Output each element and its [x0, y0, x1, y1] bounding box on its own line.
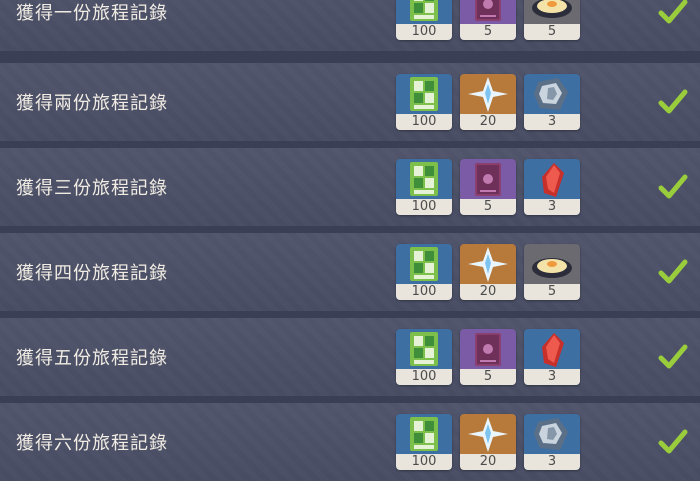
checkmark-icon — [658, 259, 688, 284]
reward-item[interactable]: 5 — [524, 0, 580, 40]
reward-count: 20 — [460, 284, 516, 300]
reward-item[interactable]: 5 — [460, 159, 516, 215]
mystic-enhancement-ore-icon — [534, 418, 568, 450]
reward-count: 20 — [460, 114, 516, 130]
task-row: 獲得兩份旅程記錄 100 20 3 — [0, 63, 700, 141]
reward-item[interactable]: 3 — [524, 329, 580, 385]
battle-pass-exp-icon — [410, 77, 438, 111]
battle-pass-exp-icon — [410, 0, 438, 21]
heros-wit-book-icon — [475, 0, 501, 21]
battle-pass-exp-icon — [410, 162, 438, 196]
reward-item[interactable]: 20 — [460, 74, 516, 130]
reward-item[interactable]: 3 — [524, 159, 580, 215]
reward-item[interactable]: 20 — [460, 244, 516, 300]
reward-count: 100 — [396, 114, 452, 130]
task-row: 獲得三份旅程記錄 100 5 3 — [0, 148, 700, 226]
reward-item[interactable]: 100 — [396, 0, 452, 40]
reward-item[interactable]: 100 — [396, 244, 452, 300]
task-title: 獲得五份旅程記錄 — [16, 348, 168, 369]
mystic-enhancement-ore-icon — [534, 78, 568, 110]
battle-pass-exp-icon — [410, 332, 438, 366]
task-title: 獲得三份旅程記錄 — [16, 178, 168, 199]
fragile-resin-plate-icon — [532, 0, 572, 18]
checkmark-icon — [658, 89, 688, 114]
reward-count: 100 — [396, 24, 452, 40]
reward-item[interactable]: 20 — [460, 414, 516, 470]
task-row: 獲得四份旅程記錄 100 20 5 — [0, 233, 700, 311]
primogem-icon — [468, 417, 508, 452]
reward-item[interactable]: 100 — [396, 414, 452, 470]
task-row: 獲得五份旅程記錄 100 5 3 — [0, 318, 700, 396]
primogem-icon — [468, 247, 508, 282]
reward-item[interactable]: 3 — [524, 74, 580, 130]
reward-count: 5 — [460, 369, 516, 385]
reward-item[interactable]: 5 — [460, 0, 516, 40]
task-title: 獲得一份旅程記錄 — [16, 3, 168, 24]
reward-count: 100 — [396, 454, 452, 470]
reward-count: 5 — [524, 24, 580, 40]
reward-item[interactable]: 100 — [396, 329, 452, 385]
task-row: 獲得一份旅程記錄 100 5 5 — [0, 0, 700, 51]
reward-count: 100 — [396, 369, 452, 385]
reward-item[interactable]: 5 — [524, 244, 580, 300]
reward-count: 3 — [524, 454, 580, 470]
reward-count: 5 — [524, 284, 580, 300]
battle-pass-exp-icon — [410, 417, 438, 451]
reward-item[interactable]: 5 — [460, 329, 516, 385]
heros-wit-book-icon — [475, 163, 501, 196]
reward-item[interactable]: 100 — [396, 159, 452, 215]
reward-count: 3 — [524, 114, 580, 130]
reward-item[interactable]: 3 — [524, 414, 580, 470]
task-title: 獲得兩份旅程記錄 — [16, 93, 168, 114]
reward-count: 3 — [524, 199, 580, 215]
reward-item[interactable]: 100 — [396, 74, 452, 130]
reward-count: 100 — [396, 284, 452, 300]
fragile-resin-plate-icon — [532, 258, 572, 278]
heros-wit-book-icon — [475, 333, 501, 366]
reward-count: 100 — [396, 199, 452, 215]
reward-count: 20 — [460, 454, 516, 470]
task-title: 獲得四份旅程記錄 — [16, 263, 168, 284]
task-row: 獲得六份旅程記錄 100 20 3 — [0, 403, 700, 481]
reward-count: 3 — [524, 369, 580, 385]
reward-count: 5 — [460, 24, 516, 40]
battle-pass-exp-icon — [410, 247, 438, 281]
task-title: 獲得六份旅程記錄 — [16, 433, 168, 454]
checkmark-icon — [658, 0, 688, 24]
checkmark-icon — [658, 429, 688, 454]
red-crystal-material-icon — [542, 333, 564, 367]
primogem-icon — [468, 77, 508, 112]
reward-count: 5 — [460, 199, 516, 215]
checkmark-icon — [658, 344, 688, 369]
red-crystal-material-icon — [542, 163, 564, 197]
checkmark-icon — [658, 174, 688, 199]
